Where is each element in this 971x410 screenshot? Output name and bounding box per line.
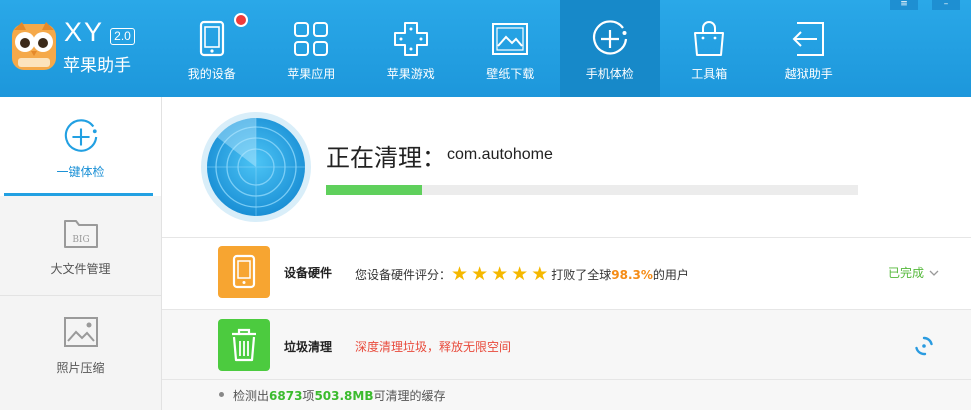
nav-label: 越狱助手 [784,67,833,81]
sidebar-item-label: 大文件管理 [50,262,111,276]
nav-label: 手机体检 [585,67,634,81]
nav-label: 苹果应用 [287,67,336,81]
hardware-status[interactable]: 已完成 [888,264,939,281]
status-label: 已完成 [888,266,925,280]
score-prefix: 您设备硬件评分： [355,268,452,282]
nav-phone-checkup[interactable]: 手机体检 [560,0,660,97]
apps-grid-icon [294,22,329,56]
toolbox-icon [694,21,725,56]
trash-icon [218,319,270,371]
loading-spinner-icon [915,336,933,356]
detail-part1: 检测出 [233,389,270,403]
beat-suffix: 的用户 [652,268,689,282]
cache-detail-text: 检测出6873项503.8MB可清理的缓存 [233,387,446,404]
detail-part3: 可清理的缓存 [373,389,446,403]
detail-part2: 项 [302,389,315,403]
hardware-check-row: 设备硬件 您设备硬件评分：★ ★ ★ ★ ★ 打败了全球98.3%的用户 已完成 [162,238,971,310]
nav-apple-games[interactable]: 苹果游戏 [361,0,461,97]
sidebar: 一键体检 BIG 大文件管理 照片压缩 [0,97,162,410]
progress-fill [326,185,422,195]
cache-count: 6873 [269,389,303,403]
chevron-down-icon [929,270,939,276]
sidebar-item-photo-compress[interactable]: 照片压缩 [0,296,161,396]
tablet-icon [199,20,224,57]
nav-jailbreak[interactable]: 越狱助手 [759,0,859,97]
main-nav: 我的设备 苹果应用 苹果游戏 壁纸下载 手机体检 工具箱 越狱助手 [162,0,859,97]
nav-label: 工具箱 [691,67,728,81]
nav-apple-apps[interactable]: 苹果应用 [262,0,362,97]
star-icon: ★ [491,263,509,285]
radar-scan-icon [201,112,311,222]
beat-text: 打败了全球 [551,268,612,282]
star-icon: ★ [531,263,549,285]
bullet [219,392,224,397]
nav-label: 我的设备 [187,67,236,81]
big-badge: BIG [72,235,89,245]
cleaning-target: com.autohome [447,146,553,163]
menu-button[interactable]: ≡ [890,0,918,10]
junk-description: 深度清理垃圾，释放无限空间 [355,340,512,354]
cache-size: 503.8MB [314,389,374,403]
hardware-score-text: 您设备硬件评分：★ ★ ★ ★ ★ 打败了全球98.3%的用户 [355,262,689,285]
star-icon: ★ [511,263,529,285]
version-badge: 2.0 [110,28,135,45]
hardware-title: 设备硬件 [284,266,333,280]
star-icon: ★ [451,263,469,285]
gamepad-icon [393,22,428,56]
plus-circle-icon [592,20,627,55]
junk-title: 垃圾清理 [284,340,333,354]
brand-name-cn: 苹果助手 [63,56,131,76]
junk-clean-row: 垃圾清理 深度清理垃圾，释放无限空间 [162,310,971,380]
cleaning-status-title: 正在清理： [326,144,446,172]
nav-label: 壁纸下载 [486,67,535,81]
nav-toolbox[interactable]: 工具箱 [660,0,760,97]
owl-logo-icon [12,22,56,70]
sidebar-item-large-files[interactable]: BIG 大文件管理 [0,196,161,295]
big-folder-icon: BIG [63,220,98,248]
star-icon: ★ [471,263,489,285]
exit-icon [792,22,824,56]
minimize-button[interactable]: – [932,0,960,10]
sidebar-item-label: 照片压缩 [56,361,105,375]
progress-bar [326,185,858,195]
notification-dot [234,13,248,27]
photo-icon [63,317,98,347]
device-hardware-icon [218,246,270,298]
plus-circle-icon [64,119,97,152]
nav-label: 苹果游戏 [386,67,435,81]
top-header: XY 2.0 苹果助手 我的设备 苹果应用 苹果游戏 壁纸下载 手机体检 工具箱… [0,0,971,97]
rating-stars: ★ ★ ★ ★ ★ [451,263,551,285]
sidebar-item-label: 一键体检 [56,165,105,179]
beat-percent: 98.3% [611,268,653,282]
sidebar-item-one-click-checkup[interactable]: 一键体检 [0,97,161,196]
image-icon [492,23,529,55]
brand-name-en: XY [64,17,105,47]
nav-wallpaper[interactable]: 壁纸下载 [461,0,561,97]
cache-detail: 检测出6873项503.8MB可清理的缓存 [162,380,971,410]
nav-my-device[interactable]: 我的设备 [162,0,262,97]
